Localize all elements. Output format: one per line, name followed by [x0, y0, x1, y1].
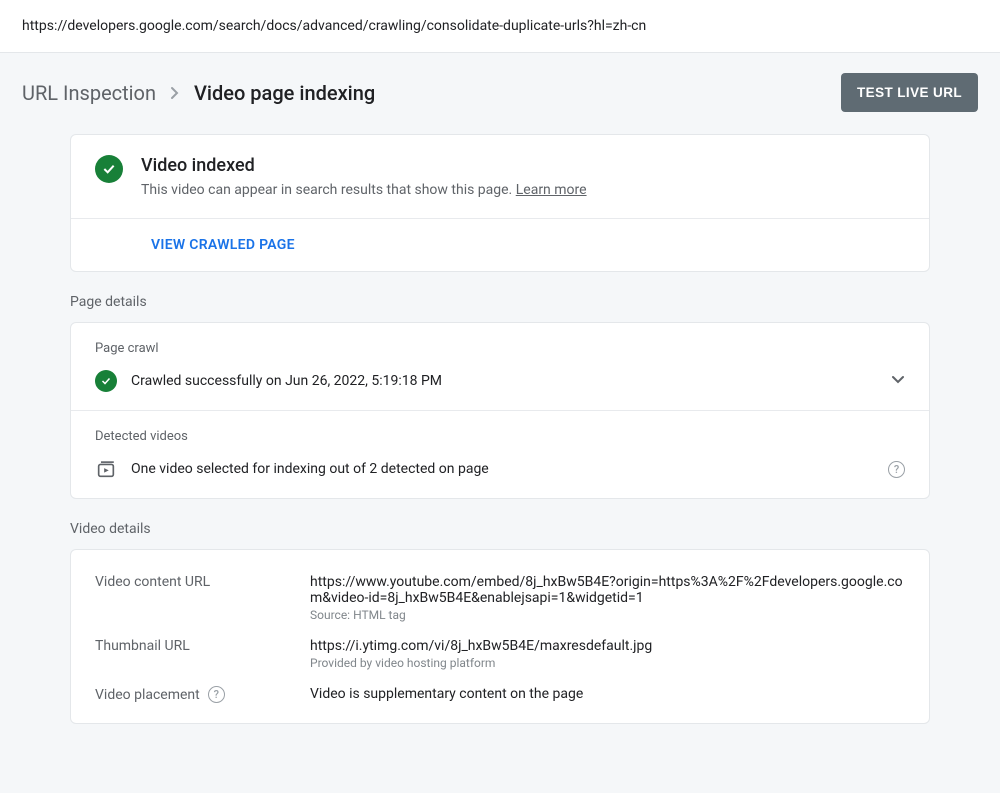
video-details-table: Video content URL https://www.youtube.co…	[95, 564, 905, 709]
detected-videos-text: One video selected for indexing out of 2…	[131, 461, 870, 477]
video-placement-value: Video is supplementary content on the pa…	[310, 676, 905, 709]
chevron-right-icon	[170, 81, 180, 105]
page-details-card: Page crawl Crawled successfully on Jun 2…	[70, 322, 930, 499]
detected-videos-label: Detected videos	[95, 429, 905, 444]
check-circle-icon	[95, 155, 123, 183]
video-placement-label-cell: Video placement ?	[95, 676, 310, 709]
table-row: Video content URL https://www.youtube.co…	[95, 564, 905, 628]
header-row: URL Inspection Video page indexing TEST …	[0, 53, 1000, 134]
video-details-heading: Video details	[70, 521, 930, 537]
summary-card: Video indexed This video can appear in s…	[70, 134, 930, 272]
video-details-card: Video content URL https://www.youtube.co…	[70, 549, 930, 724]
video-content-url-value: https://www.youtube.com/embed/8j_hxBw5B4…	[310, 564, 905, 628]
help-icon[interactable]: ?	[888, 461, 905, 478]
thumbnail-url-value: https://i.ytimg.com/vi/8j_hxBw5B4E/maxre…	[310, 628, 905, 676]
help-icon[interactable]: ?	[208, 686, 225, 703]
page-details-heading: Page details	[70, 294, 930, 310]
crawl-status-text: Crawled successfully on Jun 26, 2022, 5:…	[131, 373, 877, 389]
video-content-url-source: Source: HTML tag	[310, 608, 905, 622]
breadcrumb-parent[interactable]: URL Inspection	[22, 81, 156, 105]
video-details-block: Video content URL https://www.youtube.co…	[71, 550, 929, 723]
summary-action-row: VIEW CRAWLED PAGE	[71, 219, 929, 271]
summary-row: Video indexed This video can appear in s…	[71, 135, 929, 218]
breadcrumb: URL Inspection Video page indexing	[22, 81, 375, 105]
thumbnail-url-source: Provided by video hosting platform	[310, 656, 905, 670]
breadcrumb-current: Video page indexing	[194, 81, 375, 105]
chevron-down-icon[interactable]	[891, 373, 905, 389]
summary-text: Video indexed This video can appear in s…	[141, 155, 587, 198]
video-content-url-label: Video content URL	[95, 564, 310, 628]
page-crawl-block: Page crawl Crawled successfully on Jun 2…	[71, 323, 929, 410]
test-live-url-button[interactable]: TEST LIVE URL	[841, 73, 978, 112]
url-bar: https://developers.google.com/search/doc…	[0, 0, 1000, 53]
summary-subtitle-text: This video can appear in search results …	[141, 182, 516, 198]
crawl-status-row[interactable]: Crawled successfully on Jun 26, 2022, 5:…	[95, 370, 905, 392]
page-crawl-label: Page crawl	[95, 341, 905, 356]
detected-videos-block: Detected videos One video selected for i…	[71, 411, 929, 498]
summary-subtitle: This video can appear in search results …	[141, 182, 587, 198]
detected-videos-row: One video selected for indexing out of 2…	[95, 458, 905, 480]
table-row: Video placement ? Video is supplementary…	[95, 676, 905, 709]
view-crawled-page-button[interactable]: VIEW CRAWLED PAGE	[151, 237, 295, 253]
video-placement-label: Video placement	[95, 687, 200, 703]
summary-title: Video indexed	[141, 155, 587, 176]
thumbnail-url-label: Thumbnail URL	[95, 628, 310, 676]
page-url: https://developers.google.com/search/doc…	[22, 18, 646, 34]
video-stack-icon	[95, 458, 117, 480]
video-content-url-text: https://www.youtube.com/embed/8j_hxBw5B4…	[310, 574, 905, 606]
check-circle-icon	[95, 370, 117, 392]
thumbnail-url-text: https://i.ytimg.com/vi/8j_hxBw5B4E/maxre…	[310, 638, 905, 654]
learn-more-link[interactable]: Learn more	[516, 182, 587, 198]
table-row: Thumbnail URL https://i.ytimg.com/vi/8j_…	[95, 628, 905, 676]
content-area: Video indexed This video can appear in s…	[0, 134, 1000, 776]
